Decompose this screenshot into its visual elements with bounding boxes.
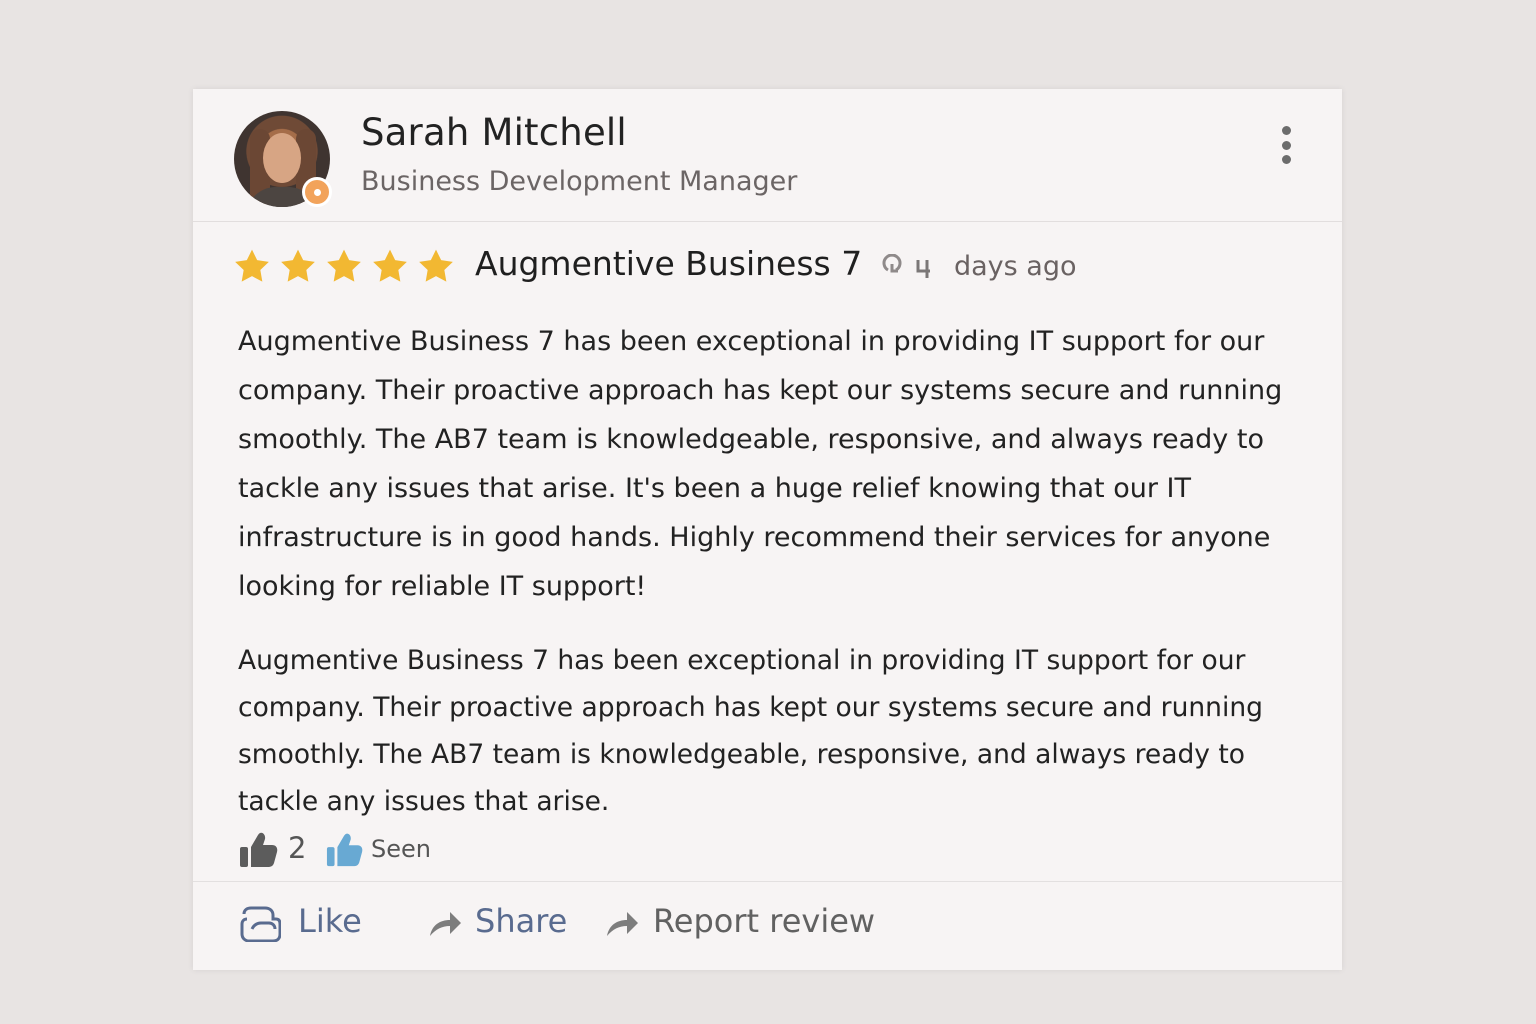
thumbs-up-icon <box>240 832 278 867</box>
like-icon <box>240 906 281 942</box>
report-review-label: Report review <box>653 902 876 940</box>
star-icon <box>419 249 453 282</box>
award-icon <box>302 177 332 207</box>
like-count: 2 <box>288 831 307 865</box>
author-title: Business Development Manager <box>361 166 798 197</box>
thumbs-up-icon <box>326 833 363 867</box>
more-options-button[interactable] <box>1275 124 1297 166</box>
seen-label: Seen <box>371 835 431 863</box>
review-header: Sarah Mitchell Business Development Mana… <box>193 89 1342 222</box>
share-arrow-icon <box>430 912 461 936</box>
review-meta-row: Augmentive Business 7 days ago <box>232 243 1292 289</box>
review-card: Sarah Mitchell Business Development Mana… <box>193 89 1342 970</box>
like-button[interactable]: Like <box>239 882 374 971</box>
star-icon <box>281 249 315 282</box>
clock-icon <box>882 254 930 278</box>
review-time: days ago <box>954 251 1077 282</box>
share-button[interactable]: Share <box>427 882 572 971</box>
share-label: Share <box>475 902 568 940</box>
review-paragraph: Augmentive Business 7 has been exception… <box>238 645 1263 817</box>
star-icon <box>327 249 361 282</box>
review-paragraph: Augmentive Business 7 has been exception… <box>238 326 1283 602</box>
company-name[interactable]: Augmentive Business 7 <box>475 244 862 283</box>
author-name[interactable]: Sarah Mitchell <box>361 111 627 154</box>
star-icon <box>373 249 407 282</box>
report-arrow-icon <box>607 912 638 936</box>
review-actions: Like Share Report review <box>193 881 1342 971</box>
report-review-button[interactable]: Report review <box>604 882 889 971</box>
reaction-row: 2 Seen <box>239 827 539 869</box>
star-icon <box>235 249 269 282</box>
like-label: Like <box>298 902 362 940</box>
